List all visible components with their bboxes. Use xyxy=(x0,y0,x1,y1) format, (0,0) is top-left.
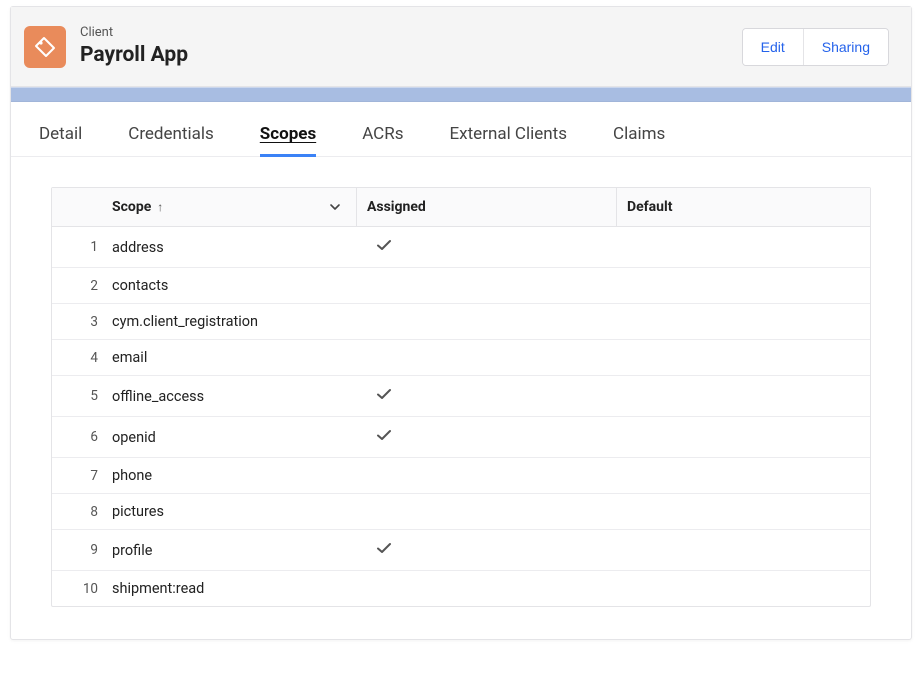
check-icon xyxy=(375,539,393,557)
cell-assigned xyxy=(357,313,617,331)
th-scope-label: Scope xyxy=(112,199,151,215)
cell-scope: openid xyxy=(112,420,357,455)
th-assigned[interactable]: Assigned xyxy=(357,188,617,226)
check-icon xyxy=(375,385,393,403)
tab-detail[interactable]: Detail xyxy=(39,124,82,156)
tab-external-clients[interactable]: External Clients xyxy=(450,124,568,156)
cell-default xyxy=(617,580,870,598)
price-tag-icon xyxy=(24,26,66,68)
table-row[interactable]: 8pictures xyxy=(52,493,870,529)
chevron-down-icon[interactable] xyxy=(328,200,342,214)
cell-assigned xyxy=(357,503,617,521)
table-body: 1address2contacts3cym.client_registratio… xyxy=(52,227,870,606)
cell-scope: shipment:read xyxy=(112,571,357,606)
page-title: Payroll App xyxy=(80,42,188,68)
th-index xyxy=(52,188,112,226)
table-row[interactable]: 10shipment:read xyxy=(52,570,870,606)
cell-default xyxy=(617,313,870,331)
row-index: 5 xyxy=(52,379,112,413)
table-row[interactable]: 9profile xyxy=(52,529,870,570)
check-icon xyxy=(375,236,393,254)
th-default[interactable]: Default xyxy=(617,188,870,226)
cell-scope: email xyxy=(112,340,357,375)
cell-scope: profile xyxy=(112,533,357,568)
cell-assigned xyxy=(357,417,617,457)
row-index: 8 xyxy=(52,495,112,529)
table-row[interactable]: 5offline_access xyxy=(52,375,870,416)
table-row[interactable]: 3cym.client_registration xyxy=(52,303,870,339)
cell-assigned xyxy=(357,467,617,485)
row-index: 3 xyxy=(52,305,112,339)
cell-scope: offline_access xyxy=(112,379,357,414)
cell-assigned xyxy=(357,580,617,598)
tab-acrs[interactable]: ACRs xyxy=(362,124,403,156)
table-row[interactable]: 1address xyxy=(52,227,870,267)
row-index: 2 xyxy=(52,269,112,303)
cell-assigned xyxy=(357,227,617,267)
table-row[interactable]: 7phone xyxy=(52,457,870,493)
cell-assigned xyxy=(357,376,617,416)
row-index: 4 xyxy=(52,341,112,375)
cell-scope: pictures xyxy=(112,494,357,529)
header-titles: Client Payroll App xyxy=(80,25,188,68)
cell-scope: contacts xyxy=(112,268,357,303)
cell-default xyxy=(617,349,870,367)
cell-scope: phone xyxy=(112,458,357,493)
row-index: 6 xyxy=(52,420,112,454)
tab-scopes[interactable]: Scopes xyxy=(260,124,316,156)
content: Scope ↑ Assigned Default 1address2contac… xyxy=(11,157,911,639)
scopes-table: Scope ↑ Assigned Default 1address2contac… xyxy=(51,187,871,607)
cell-assigned xyxy=(357,277,617,295)
header-left: Client Payroll App xyxy=(24,25,188,68)
row-index: 10 xyxy=(52,572,112,606)
cell-assigned xyxy=(357,349,617,367)
row-index: 9 xyxy=(52,533,112,567)
sharing-button[interactable]: Sharing xyxy=(803,29,888,65)
tab-credentials[interactable]: Credentials xyxy=(128,124,214,156)
tab-claims[interactable]: Claims xyxy=(613,124,665,156)
table-row[interactable]: 2contacts xyxy=(52,267,870,303)
cell-default xyxy=(617,238,870,256)
header-bar: Client Payroll App Edit Sharing xyxy=(11,7,911,87)
cell-scope: cym.client_registration xyxy=(112,304,357,339)
cell-default xyxy=(617,277,870,295)
app-card: Client Payroll App Edit Sharing Detail Cr… xyxy=(10,6,912,640)
table-row[interactable]: 4email xyxy=(52,339,870,375)
header-actions: Edit Sharing xyxy=(742,28,889,66)
th-scope[interactable]: Scope ↑ xyxy=(112,188,357,226)
cell-default xyxy=(617,467,870,485)
th-assigned-label: Assigned xyxy=(367,199,426,215)
cell-default xyxy=(617,541,870,559)
cell-default xyxy=(617,387,870,405)
cell-default xyxy=(617,428,870,446)
check-icon xyxy=(375,426,393,444)
row-index: 1 xyxy=(52,230,112,264)
row-index: 7 xyxy=(52,459,112,493)
sort-asc-icon: ↑ xyxy=(157,200,163,214)
header-eyebrow: Client xyxy=(80,25,188,42)
th-default-label: Default xyxy=(627,199,672,215)
decor-strip xyxy=(11,87,911,102)
edit-button[interactable]: Edit xyxy=(743,29,803,65)
cell-assigned xyxy=(357,530,617,570)
tabs: Detail Credentials Scopes ACRs External Clie… xyxy=(11,102,911,157)
cell-default xyxy=(617,503,870,521)
table-row[interactable]: 6openid xyxy=(52,416,870,457)
table-header: Scope ↑ Assigned Default xyxy=(52,188,870,227)
cell-scope: address xyxy=(112,230,357,265)
